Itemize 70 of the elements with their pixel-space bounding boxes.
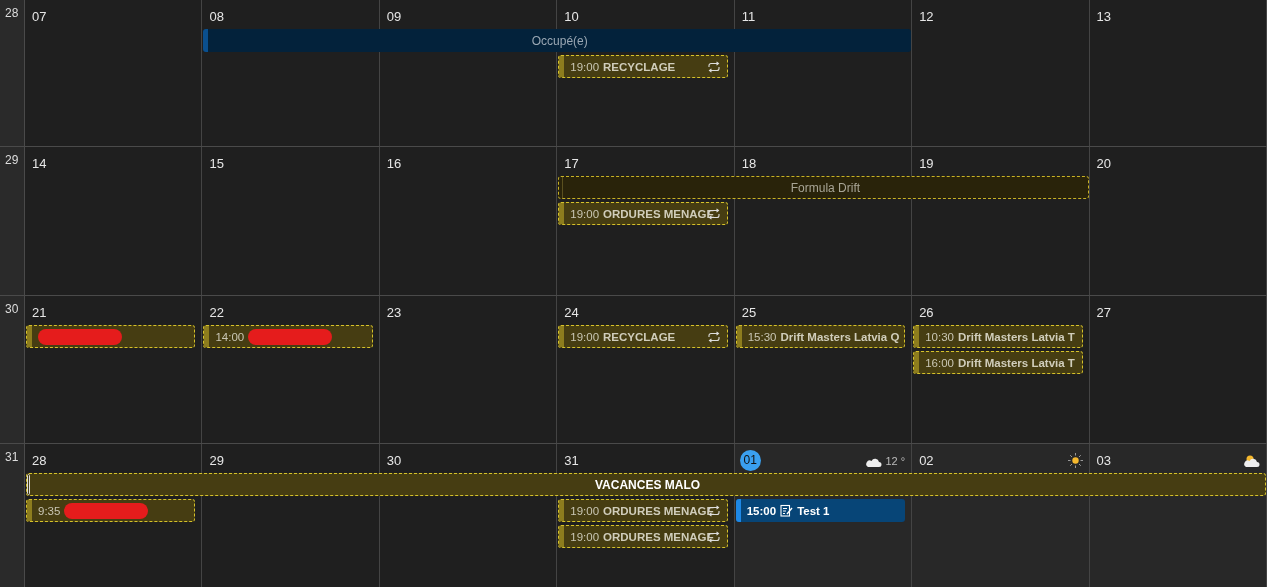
day-number[interactable]: 01 [739,450,761,471]
day-number[interactable]: 12 [919,6,934,27]
event-title: Test 1 [797,504,830,517]
event-time: 10:30 [925,330,954,343]
event-chip[interactable]: 15:00 Test 1 [735,499,906,522]
event-chip[interactable] [26,325,196,348]
event-title: RECYCLAGE [603,330,676,343]
event-title: ORDURES MENAGE [603,207,715,220]
day-number[interactable]: 29 [209,450,224,471]
event-time: 19:00 [570,60,600,73]
day-number[interactable]: 20 [1096,153,1112,174]
event-time: 19:00 [570,504,600,517]
sun-icon [1067,453,1083,468]
event-title: Drift Masters Latvia T [957,356,1075,369]
day-number[interactable]: 11 [741,6,756,27]
event-chip[interactable]: 9:35 [26,499,196,522]
all-day-event[interactable]: Formula Drift [558,176,1089,199]
event-title: Drift Masters Latvia T [957,330,1075,343]
event-time: 16:00 [925,356,954,369]
event-time: 19:00 [570,530,600,543]
day-number[interactable]: 21 [32,302,47,323]
day-number[interactable]: 30 [386,450,402,471]
event-chip[interactable]: 16:00 Drift Masters Latvia T [913,351,1083,374]
event-time: 9:35 [38,504,61,517]
week-number: 31 [4,449,20,466]
event-time: 19:00 [570,330,600,343]
temperature: 12 ° [885,454,906,467]
day-number[interactable]: 15 [209,153,224,174]
event-title: ORDURES MENAGE [603,530,715,543]
event-time: 15:00 [746,504,777,517]
event-time: 19:00 [570,207,600,220]
event-chip[interactable]: 14:00 [203,325,373,348]
event-chip[interactable]: 10:30 Drift Masters Latvia T [913,325,1083,348]
day-number[interactable]: 23 [386,302,402,323]
week-number: 29 [4,152,20,169]
event-title: Drift Masters Latvia Q [780,330,900,343]
day-number[interactable]: 26 [919,302,934,323]
day-number[interactable]: 22 [209,302,224,323]
event-chip[interactable]: 19:00 ORDURES MENAGE [558,499,728,522]
week-number: 30 [4,301,20,318]
day-number[interactable]: 03 [1096,450,1112,471]
day-number[interactable]: 17 [564,153,579,174]
event-chip[interactable]: 19:00 ORDURES MENAGE [558,525,728,548]
day-number[interactable]: 24 [564,302,579,323]
day-number[interactable]: 13 [1096,6,1112,27]
event-time: 15:30 [747,330,777,343]
event-chip[interactable]: 19:00 ORDURES MENAGE [558,202,728,225]
day-number[interactable]: 31 [564,450,579,471]
all-day-event[interactable]: VACANCES MALO [26,473,1266,496]
partly-sunny-icon [1243,453,1260,468]
day-number[interactable]: 27 [1096,302,1112,323]
day-number[interactable]: 07 [32,6,47,27]
event-time: 14:00 [215,330,245,343]
day-number[interactable]: 08 [209,6,224,27]
event-title: ORDURES MENAGE [603,504,715,517]
event-chip[interactable]: 19:00 RECYCLAGE [558,325,728,348]
event-chip[interactable]: 19:00 RECYCLAGE [558,55,728,78]
day-number[interactable]: 25 [741,302,757,323]
week-number: 28 [4,5,20,22]
day-number[interactable]: 19 [919,153,934,174]
day-number[interactable]: 09 [386,6,402,27]
day-number[interactable]: 02 [919,450,934,471]
day-number[interactable]: 14 [32,153,47,174]
all-day-event[interactable]: Occupé(e) [203,29,912,52]
day-number[interactable]: 10 [564,6,579,27]
day-number[interactable]: 28 [32,450,47,471]
event-title: RECYCLAGE [603,60,676,73]
day-number[interactable]: 18 [741,153,757,174]
day-number[interactable]: 16 [386,153,402,174]
event-chip[interactable]: 15:30 Drift Masters Latvia Q [735,325,906,348]
